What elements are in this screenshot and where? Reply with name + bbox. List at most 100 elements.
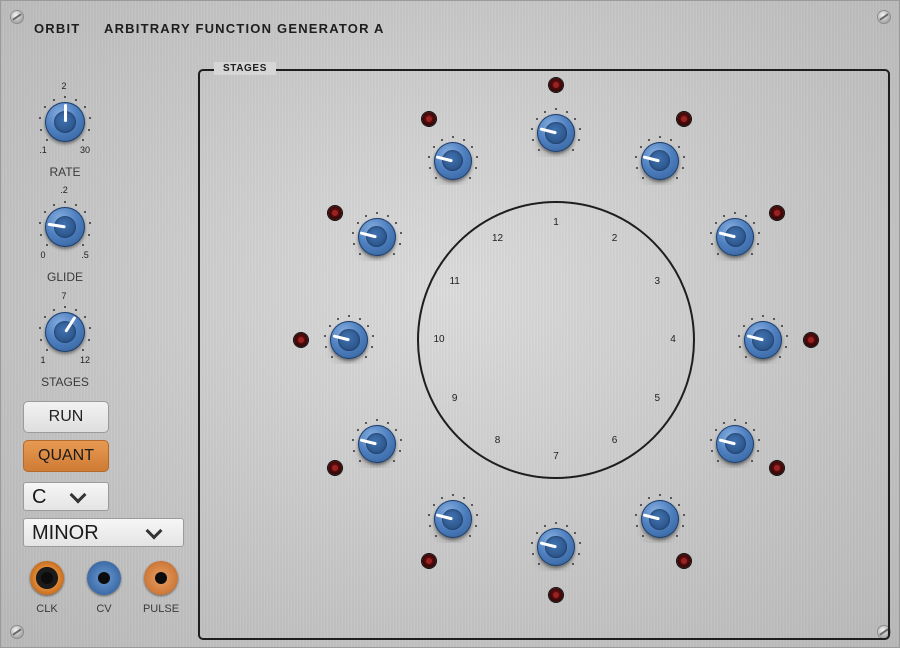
- stage-knob-5[interactable]: [716, 424, 755, 463]
- stages-panel-title: STAGES: [214, 62, 276, 75]
- knob-tick: [348, 315, 350, 317]
- stage-led-3: [769, 205, 784, 220]
- knob-tick: [43, 106, 46, 109]
- knob-tick: [376, 212, 378, 214]
- stage-led-2: [676, 112, 691, 127]
- knob-tick: [435, 534, 438, 537]
- stages-min-label: 1: [40, 355, 46, 365]
- stage-knob-7[interactable]: [537, 528, 575, 566]
- glide-min-label: 0: [40, 250, 46, 260]
- knob-tick: [565, 524, 568, 527]
- key-select-value: C: [32, 486, 47, 508]
- knob-tick: [535, 117, 538, 120]
- knob-tick: [675, 534, 678, 537]
- chevron-down-icon: [145, 522, 163, 540]
- knob-tick: [39, 222, 42, 225]
- knob-tick: [659, 136, 661, 138]
- run-button[interactable]: RUN: [23, 401, 109, 433]
- knob-tick: [84, 106, 87, 109]
- knob-tick: [639, 145, 642, 148]
- knob-tick: [359, 459, 362, 462]
- knob-tick: [365, 214, 368, 217]
- stage-number-12: 12: [491, 232, 504, 244]
- knob-tick: [64, 306, 66, 308]
- knob-tick: [364, 355, 367, 358]
- glide-label: GLIDE: [46, 270, 83, 284]
- stage-number-7: 7: [553, 451, 559, 462]
- stage-number-9: 9: [451, 392, 458, 404]
- stage-knob-9[interactable]: [357, 424, 396, 463]
- pulse-jack[interactable]: [144, 561, 178, 595]
- knob-tick: [744, 421, 747, 424]
- stage-knob-3[interactable]: [716, 217, 755, 256]
- stage-knob-4[interactable]: [744, 321, 782, 359]
- stages-knob[interactable]: [45, 312, 85, 352]
- stage-knob-1[interactable]: [537, 114, 575, 152]
- chevron-down-icon: [69, 486, 87, 504]
- knob-tick: [356, 221, 359, 224]
- stage-knob-2[interactable]: [640, 141, 679, 180]
- stage-knob-10[interactable]: [330, 321, 368, 359]
- stage-led-6: [676, 553, 691, 568]
- stage-number-4: 4: [670, 334, 676, 345]
- glide-max-label: .5: [81, 250, 89, 260]
- knob-tick: [642, 534, 645, 537]
- stage-led-8: [421, 553, 436, 568]
- clk-jack[interactable]: [30, 561, 64, 595]
- knob-tick: [555, 522, 557, 524]
- knob-tick: [87, 128, 90, 131]
- knob-tick: [46, 243, 49, 246]
- stage-number-1: 1: [553, 217, 559, 228]
- screw-icon: [11, 626, 23, 638]
- knob-tick: [555, 108, 557, 110]
- stage-knob-8[interactable]: [433, 500, 472, 539]
- knob-tick: [538, 562, 541, 565]
- cv-jack[interactable]: [87, 561, 121, 595]
- knob-tick: [734, 419, 736, 421]
- stage-led-1: [549, 78, 563, 92]
- key-select[interactable]: C: [23, 482, 109, 511]
- knob-tick: [52, 98, 55, 101]
- knob-tick: [331, 355, 334, 358]
- knob-tick: [365, 421, 368, 424]
- quant-button[interactable]: QUANT: [23, 440, 109, 472]
- rate-knob[interactable]: [45, 102, 85, 142]
- module-panel: ORBIT ARBITRARY FUNCTION GENERATOR A 2 .…: [0, 0, 900, 648]
- scale-select[interactable]: MINOR: [23, 518, 184, 547]
- glide-knob[interactable]: [45, 207, 85, 247]
- knob-tick: [359, 252, 362, 255]
- stage-number-5: 5: [654, 392, 661, 404]
- stage-number-2: 2: [611, 232, 618, 244]
- knob-tick: [87, 233, 90, 236]
- stage-knob-11[interactable]: [357, 217, 396, 256]
- knob-tick: [84, 211, 87, 214]
- knob-tick: [43, 316, 46, 319]
- screw-icon: [878, 11, 890, 23]
- knob-tick: [571, 562, 574, 565]
- rate-value-label: 2: [61, 81, 67, 91]
- knob-tick: [88, 327, 91, 330]
- knob-tick: [337, 317, 340, 320]
- module-title: ARBITRARY FUNCTION GENERATOR A: [104, 21, 385, 36]
- stage-led-4: [804, 333, 818, 347]
- knob-tick: [40, 338, 43, 341]
- knob-tick: [571, 148, 574, 151]
- knob-tick: [75, 203, 78, 206]
- stage-knob-12[interactable]: [433, 141, 472, 180]
- knob-tick: [441, 138, 444, 141]
- stage-number-3: 3: [654, 275, 661, 287]
- knob-tick: [675, 176, 678, 179]
- stage-led-12: [421, 112, 436, 127]
- knob-tick: [386, 421, 389, 424]
- knob-tick: [392, 459, 395, 462]
- knob-tick: [376, 419, 378, 421]
- knob-tick: [462, 138, 465, 141]
- stage-knob-6[interactable]: [640, 500, 679, 539]
- knob-tick: [75, 308, 78, 311]
- knob-tick: [669, 138, 672, 141]
- brand-title: ORBIT: [34, 21, 81, 36]
- knob-tick: [468, 534, 471, 537]
- knob-tick: [81, 243, 84, 246]
- knob-tick: [745, 355, 748, 358]
- knob-tick: [356, 428, 359, 431]
